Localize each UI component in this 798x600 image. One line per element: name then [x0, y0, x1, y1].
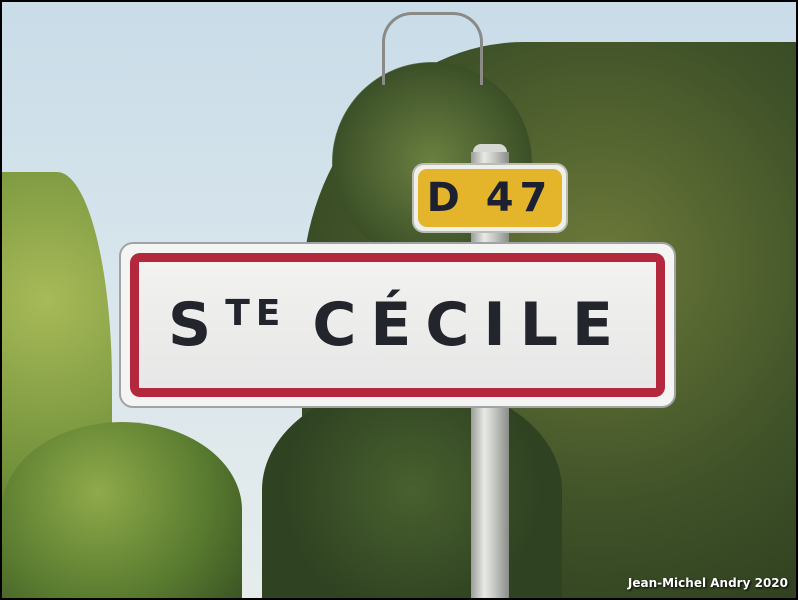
photo-credit: Jean-Michel Andry 2020	[627, 576, 788, 590]
left-tree-lower	[2, 422, 242, 598]
sign-town-name: CÉCILE	[312, 290, 627, 360]
sign-prefix: S	[168, 290, 226, 360]
overhead-wire-bracket	[382, 12, 483, 85]
road-number: D 47	[418, 169, 562, 227]
sign-panel: S TE CÉCILE	[139, 262, 656, 388]
road-number-plate: D 47	[412, 163, 568, 233]
photo-scene: D 47 S TE CÉCILE Jean-Michel Andry 2020	[2, 2, 796, 598]
sign-prefix-superscript: TE	[225, 292, 287, 334]
right-tree-foliage	[262, 382, 562, 598]
town-entry-sign: S TE CÉCILE	[119, 242, 676, 408]
